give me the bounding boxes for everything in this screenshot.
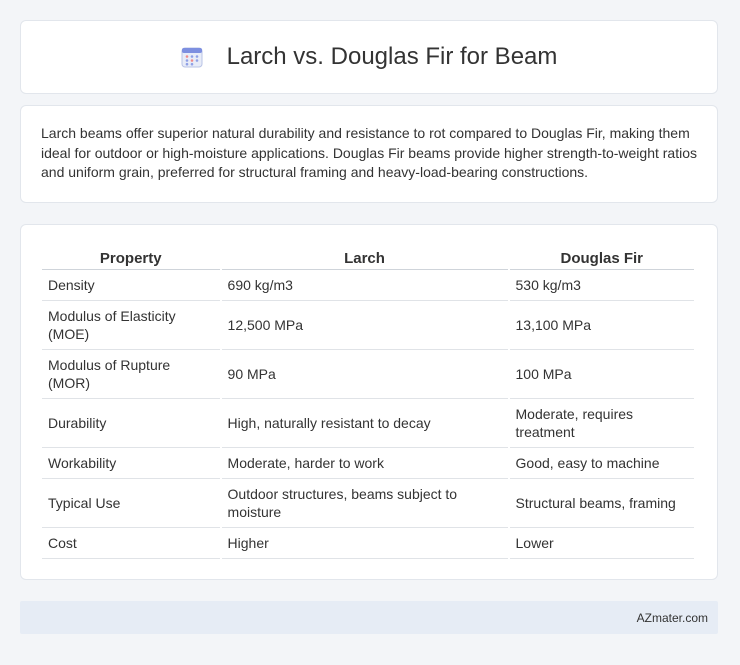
table-cell: Structural beams, framing [509, 479, 694, 528]
table-cell: Outdoor structures, beams subject to moi… [221, 479, 508, 528]
table-cell: Typical Use [42, 479, 220, 528]
table-cell: Moderate, harder to work [221, 448, 508, 479]
intro-card: Larch beams offer superior natural durab… [20, 105, 718, 203]
table-row: Modulus of Elasticity (MOE) 12,500 MPa 1… [42, 301, 694, 350]
comparison-card: Property Larch Douglas Fir Density 690 k… [20, 224, 718, 580]
footer-brand: AZmater.com [636, 610, 708, 625]
title-card: Larch vs. Douglas Fir for Beam [20, 20, 718, 94]
table-cell: Workability [42, 448, 220, 479]
table-row: Typical Use Outdoor structures, beams su… [42, 479, 694, 528]
table-cell: Lower [509, 528, 694, 559]
comparison-table: Property Larch Douglas Fir Density 690 k… [40, 245, 696, 559]
table-row: Density 690 kg/m3 530 kg/m3 [42, 270, 694, 301]
table-cell: Durability [42, 399, 220, 448]
table-row: Workability Moderate, harder to work Goo… [42, 448, 694, 479]
table-cell: Density [42, 270, 220, 301]
table-cell: 90 MPa [221, 350, 508, 399]
table-cell: Higher [221, 528, 508, 559]
table-header-row: Property Larch Douglas Fir [42, 245, 694, 270]
table-row: Modulus of Rupture (MOR) 90 MPa 100 MPa [42, 350, 694, 399]
table-cell: 690 kg/m3 [221, 270, 508, 301]
table-cell: 13,100 MPa [509, 301, 694, 350]
table-row: Durability High, naturally resistant to … [42, 399, 694, 448]
table-cell: High, naturally resistant to decay [221, 399, 508, 448]
footer-bar: AZmater.com [20, 601, 718, 634]
table-cell: Moderate, requires treatment [509, 399, 694, 448]
table-cell: Good, easy to machine [509, 448, 694, 479]
column-header-douglas-fir: Douglas Fir [509, 245, 694, 270]
table-row: Cost Higher Lower [42, 528, 694, 559]
table-cell: Modulus of Rupture (MOR) [42, 350, 220, 399]
table-cell: Modulus of Elasticity (MOE) [42, 301, 220, 350]
table-cell: 100 MPa [509, 350, 694, 399]
table-cell: 12,500 MPa [221, 301, 508, 350]
table-cell: Cost [42, 528, 220, 559]
column-header-larch: Larch [221, 245, 508, 270]
column-header-property: Property [42, 245, 220, 270]
page-title: Larch vs. Douglas Fir for Beam [226, 43, 558, 70]
intro-text: Larch beams offer superior natural durab… [41, 125, 697, 180]
calendar-icon [181, 46, 203, 68]
table-cell: 530 kg/m3 [509, 270, 694, 301]
